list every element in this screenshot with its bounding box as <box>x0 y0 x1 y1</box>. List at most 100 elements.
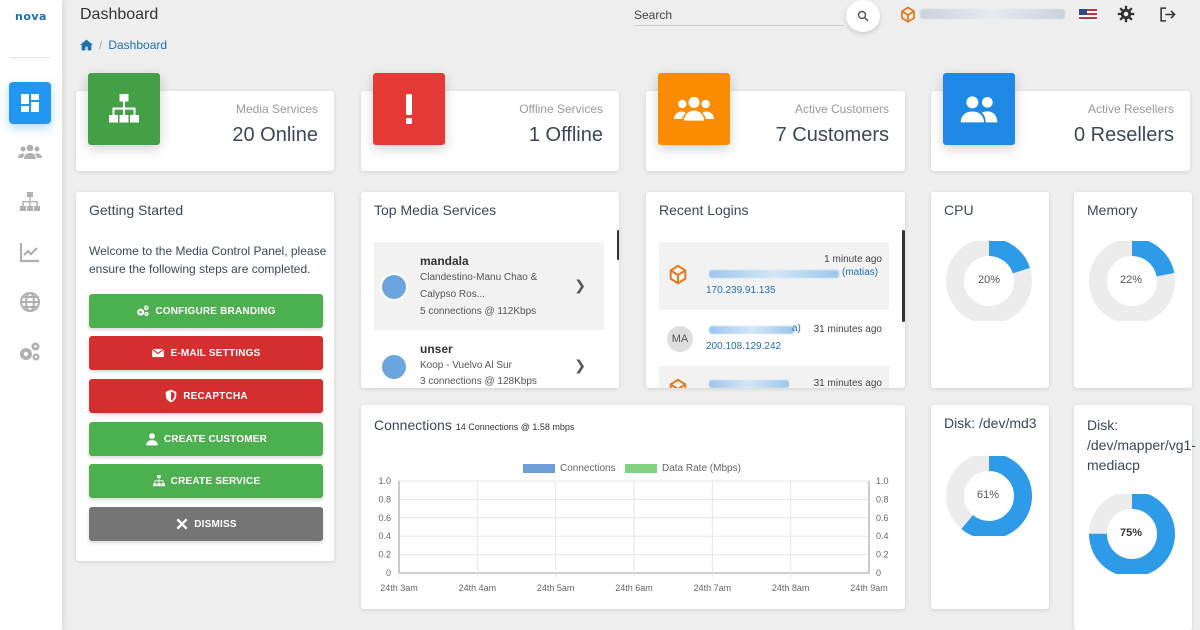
card-title: Getting Started <box>89 202 184 218</box>
scrollbar[interactable] <box>902 230 905 322</box>
x-tick-label: 24th 3am <box>380 583 418 593</box>
y2-tick-label: 1.0 <box>876 476 889 486</box>
chevron-right-icon: ❯ <box>574 277 586 293</box>
y2-tick-label: 0.8 <box>876 494 889 504</box>
disk-md3-card: Disk: /dev/md3 61% <box>931 405 1049 609</box>
stat-label: Offline Services <box>519 102 603 116</box>
sitemap-icon <box>20 192 40 211</box>
card-title: Top Media Services <box>374 202 497 218</box>
login-time: 31 minutes ago <box>813 378 882 388</box>
top-media-services-card: Top Media Services mandala Clandestino-M… <box>361 192 619 388</box>
y-tick-label: 1.0 <box>378 476 391 486</box>
login-item[interactable]: 1 minute ago (matias) 170.239.91.135 <box>659 242 889 310</box>
stat-icon-box <box>658 73 730 145</box>
getting-started-text: Welcome to the Media Control Panel, plea… <box>89 244 327 276</box>
recaptcha-button[interactable]: RECAPTCHA <box>89 379 323 413</box>
donut-value: 61% <box>977 489 1000 501</box>
sidebar-item-network[interactable] <box>9 281 51 323</box>
getting-started-card: Getting Started Welcome to the Media Con… <box>76 192 334 561</box>
gears-icon <box>20 342 40 361</box>
user-avatar-icon[interactable] <box>899 6 917 24</box>
card-title-line: Disk: <box>1087 417 1119 433</box>
app-logo[interactable]: nova <box>0 10 62 23</box>
card-title-line: /dev/mapper/vg1- <box>1087 437 1196 453</box>
page-title: Dashboard <box>80 6 159 23</box>
flag-us-icon[interactable] <box>1079 9 1097 21</box>
logout-button[interactable] <box>1157 4 1177 24</box>
cpu-card: CPU 20% <box>931 192 1049 388</box>
service-avatar <box>380 273 408 301</box>
button-label: RECAPTCHA <box>183 390 248 402</box>
login-time: 31 minutes ago <box>813 324 882 335</box>
y2-tick-label: 0.2 <box>876 550 889 560</box>
y-tick-label: 0.8 <box>378 494 391 504</box>
stat-label: Active Resellers <box>1087 102 1174 116</box>
box-icon <box>669 264 687 285</box>
configure-branding-button[interactable]: CONFIGURE BRANDING <box>89 294 323 328</box>
connection-stats: 5 connections @ 112Kbps <box>420 306 537 317</box>
card-title: CPU <box>944 202 974 218</box>
user-name-redacted <box>709 270 839 278</box>
y-tick-label: 0.6 <box>378 513 391 523</box>
track-line: Koop - Vuelvo Al Sur <box>420 360 512 371</box>
envelope-icon <box>152 348 165 358</box>
login-ip[interactable]: 170.239.91.135 <box>706 285 776 296</box>
x-tick-label: 24th 7am <box>694 583 732 593</box>
sidebar-item-services[interactable] <box>9 181 51 223</box>
gear-icon <box>1117 5 1135 23</box>
scrollbar[interactable] <box>617 230 619 260</box>
card-title: Disk: /dev/mapper/vg1- mediacp <box>1087 415 1196 475</box>
dashboard-icon <box>21 94 39 112</box>
y2-tick-label: 0 <box>876 568 881 578</box>
list-item[interactable]: unser Koop - Vuelvo Al Sur 3 connections… <box>374 332 604 388</box>
dismiss-button[interactable]: DISMISS <box>89 507 323 541</box>
card-title: Recent Logins <box>659 202 749 218</box>
login-time: 1 minute ago <box>824 254 882 265</box>
settings-button[interactable] <box>1116 4 1136 24</box>
stat-value: 7 Customers <box>775 124 889 146</box>
x-tick-label: 24th 6am <box>615 583 653 593</box>
create-customer-button[interactable]: CREATE CUSTOMER <box>89 422 323 456</box>
chevron-right-icon: ❯ <box>574 357 586 373</box>
track-line: Calypso Ros... <box>420 289 486 300</box>
login-user-suffix: a) <box>792 323 801 334</box>
search-input[interactable] <box>634 4 844 26</box>
login-user-suffix: (matias) <box>842 267 879 278</box>
shield-icon <box>165 389 177 403</box>
donut-value: 75% <box>1120 527 1143 539</box>
home-icon[interactable] <box>80 39 93 51</box>
disk-vg1-card: Disk: /dev/mapper/vg1- mediacp 75% <box>1074 405 1196 630</box>
search-button[interactable] <box>846 0 880 32</box>
service-name: unser <box>420 342 453 356</box>
breadcrumb-current[interactable]: Dashboard <box>108 38 167 52</box>
users-icon <box>674 96 714 121</box>
button-label: CONFIGURE BRANDING <box>155 305 276 317</box>
button-label: CREATE CUSTOMER <box>163 433 268 445</box>
sidebar-item-users[interactable] <box>9 131 51 173</box>
user-name-redacted <box>709 380 789 388</box>
recent-logins-card: Recent Logins 1 minute ago (matias) 170.… <box>646 192 905 388</box>
stat-value: 1 Offline <box>528 124 603 146</box>
stat-label: Active Customers <box>794 102 889 116</box>
exclamation-icon <box>406 94 412 124</box>
sidebar-item-reports[interactable] <box>9 231 51 273</box>
memory-card: Memory 22% <box>1074 192 1192 388</box>
login-item[interactable]: 31 minutes ago <box>659 366 889 388</box>
create-service-button[interactable]: CREATE SERVICE <box>89 464 323 498</box>
x-tick-label: 24th 5am <box>537 583 575 593</box>
sidebar-item-dashboard[interactable] <box>9 82 51 124</box>
box-icon <box>669 378 687 388</box>
y-tick-label: 0.4 <box>378 531 391 541</box>
x-tick-label: 24th 9am <box>850 583 888 593</box>
email-settings-button[interactable]: E-MAIL SETTINGS <box>89 336 323 370</box>
user-name-redacted[interactable] <box>920 9 1065 19</box>
sidebar-item-settings[interactable] <box>9 331 51 373</box>
logout-icon <box>1159 6 1176 22</box>
donut-value: 20% <box>978 274 1001 286</box>
login-ip[interactable]: 200.108.129.242 <box>706 341 781 352</box>
login-item[interactable]: MA 31 minutes ago a) 200.108.129.242 <box>659 312 889 364</box>
list-item[interactable]: mandala Clandestino-Manu Chao & Calypso … <box>374 242 604 330</box>
sidebar: nova <box>0 0 62 630</box>
button-label: DISMISS <box>194 518 237 530</box>
stat-value: 20 Online <box>232 124 318 146</box>
